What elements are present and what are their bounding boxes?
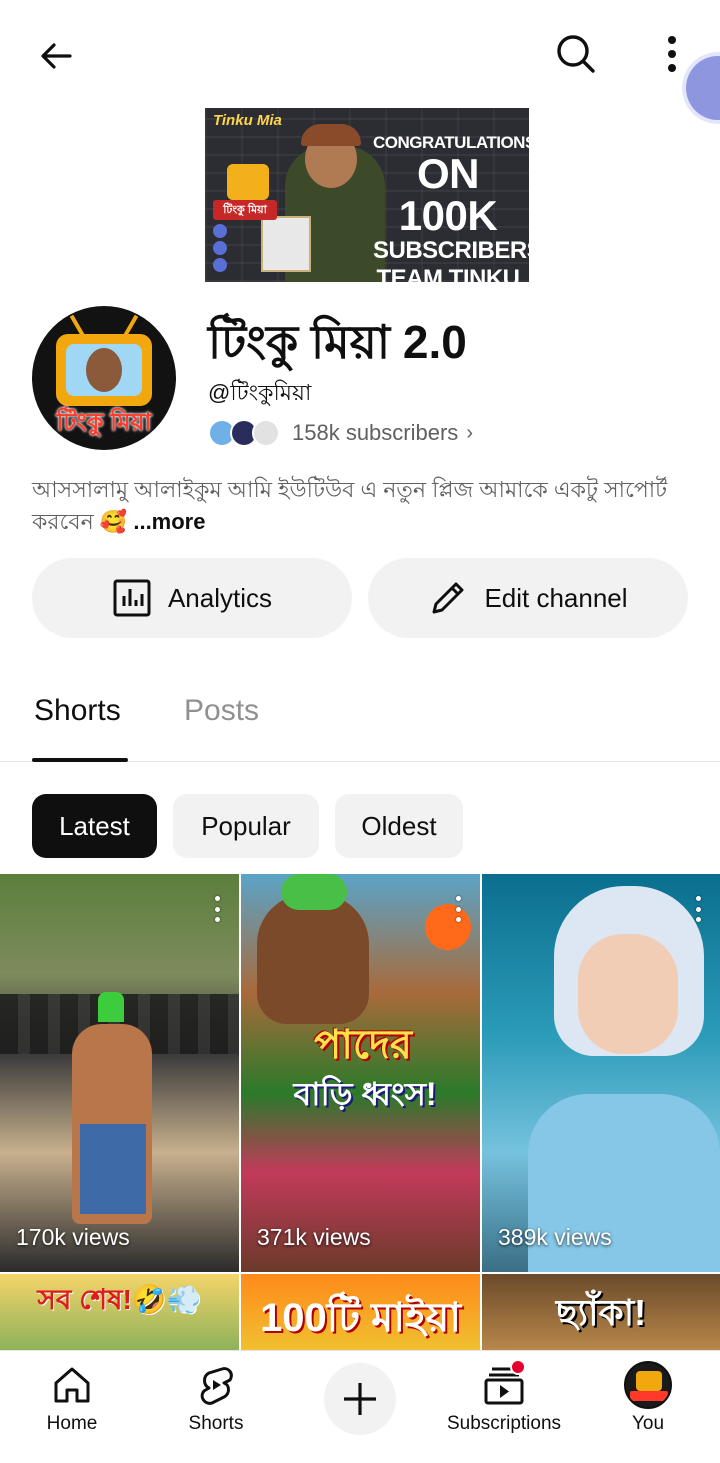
chip-popular[interactable]: Popular xyxy=(173,794,319,858)
chip-oldest[interactable]: Oldest xyxy=(335,794,463,858)
nav-you-label: You xyxy=(631,1413,665,1434)
analytics-button[interactable]: Analytics xyxy=(32,558,352,638)
channel-description[interactable]: আসসালামু আলাইকুম আমি ইউটিউব এ নতুন প্লিজ… xyxy=(32,474,682,538)
search-icon xyxy=(557,35,595,73)
short-thumbnail[interactable]: সব শেষ!🤣💨 xyxy=(0,1274,239,1350)
short-views: 389k views xyxy=(498,1224,612,1250)
you-avatar-icon xyxy=(624,1361,672,1409)
arrow-left-icon xyxy=(41,43,72,69)
plus-icon xyxy=(344,1383,376,1415)
short-menu-icon[interactable] xyxy=(213,896,221,922)
create-button[interactable] xyxy=(324,1363,396,1435)
description-text: আসসালামু আলাইকুম আমি ইউটিউব এ নতুন প্লিজ… xyxy=(32,477,668,534)
short-thumbnail[interactable]: 100টি মাইয়া xyxy=(241,1274,480,1350)
short-menu-icon[interactable] xyxy=(694,896,702,922)
nav-home[interactable]: Home xyxy=(30,1361,114,1435)
nav-shorts[interactable]: Shorts xyxy=(174,1361,258,1435)
short-views: 170k views xyxy=(16,1224,130,1250)
social-icons xyxy=(213,224,229,276)
nav-home-label: Home xyxy=(46,1413,98,1434)
channel-name: টিংকু মিয়া 2.0 xyxy=(208,316,467,368)
short-caption-top: পাদের xyxy=(314,1023,412,1067)
short-views: 371k views xyxy=(257,1224,371,1250)
short-thumbnail[interactable]: পাদের বাড়ি ধ্বংস! 371k views xyxy=(241,874,480,1272)
short-thumbnail[interactable]: 389k views xyxy=(482,874,720,1272)
active-tab-indicator xyxy=(32,758,128,762)
silver-play-button-plaque xyxy=(261,216,311,272)
avatar-text: টিংকু মিয়া xyxy=(56,409,152,436)
banner-tag: Tinku Mia xyxy=(213,112,282,129)
search-button[interactable] xyxy=(550,28,602,80)
short-thumbnail[interactable]: ছ্যাঁকা! xyxy=(482,1274,720,1350)
tab-shorts[interactable]: Shorts xyxy=(34,694,121,728)
edit-channel-button[interactable]: Edit channel xyxy=(368,558,688,638)
shorts-icon xyxy=(200,1367,233,1405)
channel-avatar[interactable]: টিংকু মিয়া xyxy=(32,306,176,450)
nav-subscriptions[interactable]: Subscriptions xyxy=(434,1361,574,1435)
banner-text: CONGRATULATIONS ON 100K SUBSCRIBERS! TEA… xyxy=(373,133,529,282)
bottom-navigation: Home Shorts Subscriptions You xyxy=(0,1350,720,1463)
banner-brand: টিংকু মিয়া xyxy=(213,200,277,220)
analytics-icon xyxy=(113,579,151,617)
short-thumbnail[interactable]: 170k views xyxy=(0,874,239,1272)
edit-channel-label: Edit channel xyxy=(484,582,628,613)
short-menu-icon[interactable] xyxy=(454,896,462,922)
back-button[interactable] xyxy=(30,30,82,82)
pencil-icon xyxy=(432,582,464,614)
chevron-right-icon: › xyxy=(466,421,473,444)
channel-handle: @টিংকুমিয়া xyxy=(208,380,312,405)
subscriber-avatars xyxy=(208,417,290,449)
more-options-button[interactable] xyxy=(650,28,694,80)
notification-dot xyxy=(510,1359,526,1375)
nav-subscriptions-label: Subscriptions xyxy=(446,1413,562,1434)
top-app-bar xyxy=(0,0,720,120)
short-caption-bottom: বাড়ি ধ্বংস! xyxy=(293,1076,437,1112)
subscriber-count: 158k subscribers xyxy=(292,420,459,445)
more-link[interactable]: ...more xyxy=(133,509,205,534)
short-caption: ছ্যাঁকা! xyxy=(555,1292,647,1333)
short-caption: 100টি মাইয়া xyxy=(260,1296,461,1340)
chip-latest[interactable]: Latest xyxy=(32,794,157,858)
analytics-label: Analytics xyxy=(167,582,273,613)
tab-posts[interactable]: Posts xyxy=(184,694,259,728)
nav-you[interactable]: You xyxy=(606,1361,690,1435)
nav-shorts-label: Shorts xyxy=(188,1413,244,1434)
subscribers-link[interactable]: 158k subscribers › xyxy=(208,416,473,450)
more-vertical-icon xyxy=(668,36,676,72)
home-icon xyxy=(54,1367,90,1403)
short-caption: সব শেষ!🤣💨 xyxy=(37,1284,202,1315)
channel-tabs: Shorts Posts xyxy=(0,672,720,762)
channel-banner: Tinku Mia টিংকু মিয়া CONGRATULATIONS ON… xyxy=(205,108,529,282)
